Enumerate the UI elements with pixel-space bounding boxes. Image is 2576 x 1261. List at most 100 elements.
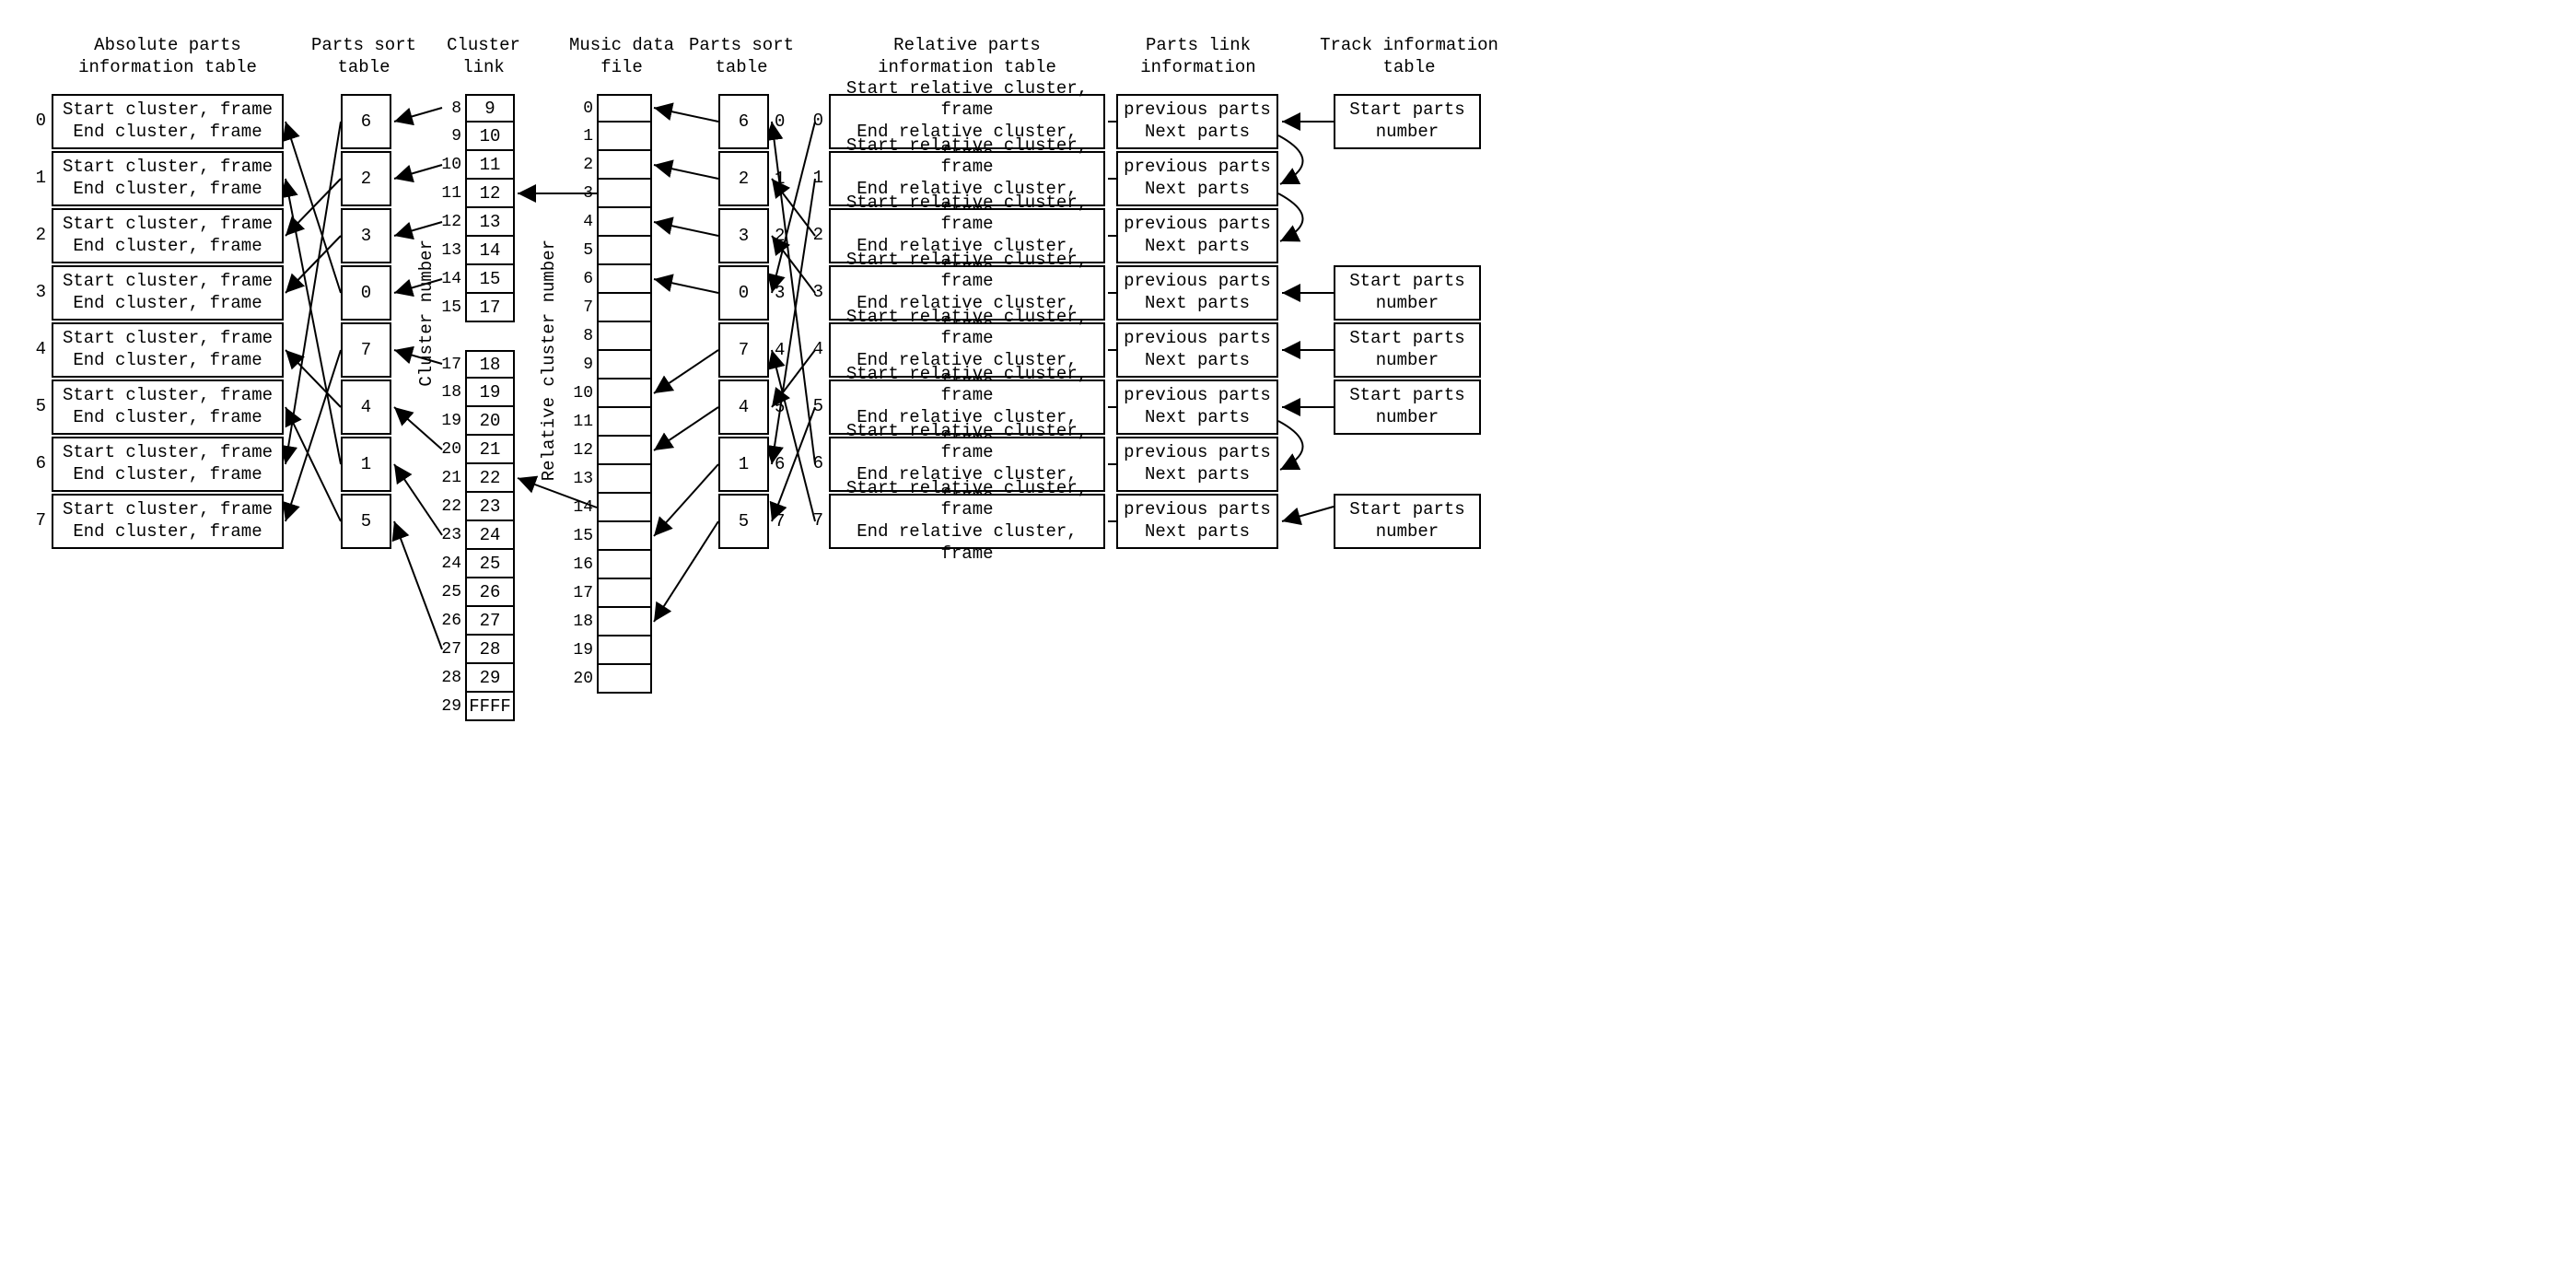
- sort-cell: 57: [718, 494, 769, 549]
- cluster-group2: 1817191820192120222123222423252426252726…: [465, 350, 515, 721]
- sort-cell: 60: [718, 94, 769, 149]
- music-cell: 4: [597, 208, 652, 237]
- music-cell: 2: [597, 151, 652, 180]
- absolute-parts-row: Start cluster, frameEnd cluster, frame6: [52, 437, 284, 492]
- sort-cell: 6: [341, 94, 391, 149]
- parts-link-row: previous partsNext parts: [1116, 322, 1278, 378]
- cluster-title: Cluster link: [428, 35, 539, 79]
- music-cell: 1: [597, 123, 652, 151]
- sort1-title: Parts sort table: [304, 35, 424, 79]
- music-cell: 6: [597, 265, 652, 294]
- cluster-number-label: Cluster number: [416, 239, 437, 387]
- music-cell: 13: [597, 465, 652, 494]
- cluster-cell: 2827: [465, 636, 515, 664]
- music-cell: 8: [597, 322, 652, 351]
- cluster-cell: FFFF29: [465, 693, 515, 721]
- parts-link-row: previous partsNext parts: [1116, 494, 1278, 549]
- music-cell: 9: [597, 351, 652, 379]
- cluster-cell: 2019: [465, 407, 515, 436]
- cluster-cell: 1211: [465, 180, 515, 208]
- absolute-parts-row: Start cluster, frameEnd cluster, frame1: [52, 151, 284, 206]
- parts-link-row: previous partsNext parts: [1116, 94, 1278, 149]
- parts-link-row: previous partsNext parts: [1116, 379, 1278, 435]
- track-info-row: Start partsnumber: [1334, 379, 1481, 435]
- cluster-cell: 2928: [465, 664, 515, 693]
- music-cell: 5: [597, 237, 652, 265]
- cluster-cell: 2524: [465, 550, 515, 578]
- cluster-cell: 109: [465, 123, 515, 151]
- music-cell: 11: [597, 408, 652, 437]
- sort-cell: 32: [718, 208, 769, 263]
- sort1-boxes: 62307415: [341, 94, 391, 551]
- track-info-row: Start partsnumber: [1334, 494, 1481, 549]
- sort-cell: 5: [341, 494, 391, 549]
- music-cell: 18: [597, 608, 652, 636]
- track-info-row: Start partsnumber: [1334, 265, 1481, 321]
- parts-link-row: previous partsNext parts: [1116, 208, 1278, 263]
- relative-parts-row: Start relative cluster, frameEnd relativ…: [829, 494, 1105, 549]
- cluster-group1: 98109111012111312141315141715: [465, 94, 515, 322]
- music-title: Music data file: [553, 35, 691, 79]
- sort-cell: 7: [341, 322, 391, 378]
- absolute-parts-row: Start cluster, frameEnd cluster, frame0: [52, 94, 284, 149]
- cluster-cell: 1413: [465, 237, 515, 265]
- music-cell: 17: [597, 579, 652, 608]
- music-cell: 10: [597, 379, 652, 408]
- link-title: Parts link information: [1113, 35, 1284, 79]
- absolute-parts-row: Start cluster, frameEnd cluster, frame4: [52, 322, 284, 378]
- relative-cluster-number-label: Relative cluster number: [539, 239, 559, 481]
- sort-cell: 0: [341, 265, 391, 321]
- music-cell: 7: [597, 294, 652, 322]
- data-structure-diagram: Absolute parts information table Start c…: [18, 18, 2576, 1243]
- music-cell: 16: [597, 551, 652, 579]
- track-info-row: Start partsnumber: [1334, 94, 1481, 149]
- cluster-cell: 2322: [465, 493, 515, 521]
- cluster-cell: 1312: [465, 208, 515, 237]
- sort-cell: 4: [341, 379, 391, 435]
- arrow-overlay: [18, 18, 2576, 1243]
- sort2-title: Parts sort table: [682, 35, 801, 79]
- cluster-cell: 1715: [465, 294, 515, 322]
- track-title: Track information table: [1308, 35, 1510, 79]
- cluster-cell: 1110: [465, 151, 515, 180]
- music-file: 01234567891011121314151617181920: [597, 94, 652, 694]
- track-boxes: Start partsnumber Start partsnumber Start …: [1334, 94, 1481, 551]
- parts-link-row: previous partsNext parts: [1116, 437, 1278, 492]
- cluster-cell: 1817: [465, 350, 515, 379]
- absolute-title: Absolute parts information table: [52, 35, 284, 79]
- cluster-cell: 2221: [465, 464, 515, 493]
- absolute-parts-row: Start cluster, frameEnd cluster, frame2: [52, 208, 284, 263]
- cluster-cell: 2423: [465, 521, 515, 550]
- music-cell: 15: [597, 522, 652, 551]
- parts-link-row: previous partsNext parts: [1116, 151, 1278, 206]
- link-boxes: previous partsNext partsprevious partsNe…: [1116, 94, 1278, 551]
- cluster-cell: 98: [465, 94, 515, 123]
- music-cell: 12: [597, 437, 652, 465]
- absolute-parts-boxes: Start cluster, frameEnd cluster, frame0S…: [52, 94, 284, 551]
- relative-boxes: Start relative cluster, frameEnd relativ…: [829, 94, 1105, 551]
- cluster-cell: 2120: [465, 436, 515, 464]
- relative-title: Relative parts information table: [820, 35, 1114, 79]
- sort-cell: 74: [718, 322, 769, 378]
- cluster-cell: 2726: [465, 607, 515, 636]
- music-cell: 20: [597, 665, 652, 694]
- sort-cell: 1: [341, 437, 391, 492]
- sort-cell: 45: [718, 379, 769, 435]
- music-cell: 14: [597, 494, 652, 522]
- absolute-parts-row: Start cluster, frameEnd cluster, frame3: [52, 265, 284, 321]
- music-cell: 3: [597, 180, 652, 208]
- absolute-parts-row: Start cluster, frameEnd cluster, frame7: [52, 494, 284, 549]
- cluster-cell: 1918: [465, 379, 515, 407]
- cluster-cell: 1514: [465, 265, 515, 294]
- parts-link-row: previous partsNext parts: [1116, 265, 1278, 321]
- music-cell: 0: [597, 94, 652, 123]
- absolute-parts-row: Start cluster, frameEnd cluster, frame5: [52, 379, 284, 435]
- sort-cell: 3: [341, 208, 391, 263]
- music-cell: 19: [597, 636, 652, 665]
- sort2-boxes: 6021320374451657: [718, 94, 769, 551]
- sort-cell: 2: [341, 151, 391, 206]
- cluster-cell: 2625: [465, 578, 515, 607]
- sort-cell: 03: [718, 265, 769, 321]
- sort-cell: 16: [718, 437, 769, 492]
- sort-cell: 21: [718, 151, 769, 206]
